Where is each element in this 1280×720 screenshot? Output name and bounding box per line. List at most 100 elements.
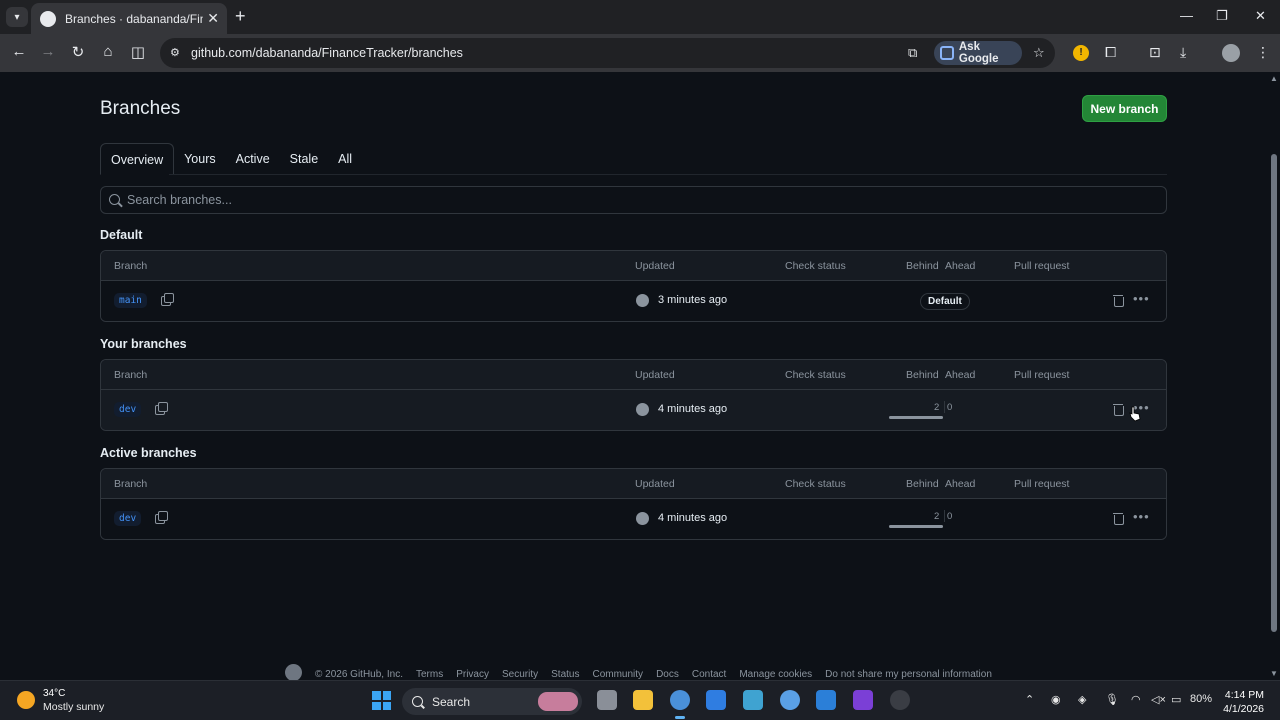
volume-muted-icon[interactable]: ◁× <box>1151 693 1166 706</box>
system-clock[interactable]: 4:14 PM 4/1/2026 <box>1223 688 1264 716</box>
branch-name-link[interactable]: dev <box>114 511 142 526</box>
minimize-window-icon[interactable]: — <box>1180 8 1193 23</box>
microphone-icon[interactable]: 🎙 <box>1105 693 1119 706</box>
branch-name-link[interactable]: dev <box>114 402 142 417</box>
battery-icon[interactable]: ▭ <box>1171 693 1181 706</box>
weather-temperature[interactable]: 34°C <box>43 688 65 699</box>
extensions-puzzle-icon[interactable]: ⧠ <box>1105 44 1116 61</box>
screenshot-icon[interactable]: ⊡ <box>1149 44 1161 61</box>
notepad-icon[interactable] <box>743 690 763 710</box>
show-hidden-icons-chevron-icon[interactable]: ⌃ <box>1025 693 1034 706</box>
footer-link[interactable]: Status <box>551 669 579 680</box>
page-scrollbar[interactable]: ▲ ▼ <box>1268 72 1280 680</box>
back-arrow-icon[interactable]: ← <box>9 43 29 60</box>
behind-count: 2 <box>934 511 940 522</box>
downloads-icon[interactable]: ⤓ <box>1180 44 1186 61</box>
tray-app-icon[interactable]: ◉ <box>1051 693 1061 706</box>
delete-branch-trash-icon[interactable] <box>1113 512 1124 525</box>
col-ahead: Ahead <box>945 260 976 272</box>
browser-tab[interactable]: Branches · dabananda/FinanceTracker ✕ <box>31 3 227 34</box>
forward-arrow-icon[interactable]: → <box>38 43 58 60</box>
url-text[interactable]: github.com/dabananda/FinanceTracker/bran… <box>191 46 463 60</box>
chrome-icon[interactable] <box>670 690 690 719</box>
new-tab-plus-icon[interactable]: + <box>235 6 246 27</box>
col-updated: Updated <box>635 369 675 381</box>
ahead-count: 0 <box>947 402 953 413</box>
ahead-behind-bar <box>889 416 943 419</box>
scrollbar-thumb[interactable] <box>1271 154 1277 632</box>
task-view-icon[interactable] <box>597 690 617 710</box>
close-window-icon[interactable]: ✕ <box>1255 8 1266 24</box>
tab-all[interactable]: All <box>328 143 362 175</box>
bookmark-star-icon[interactable]: ☆ <box>1033 45 1045 61</box>
col-check-status: Check status <box>785 260 846 272</box>
chrome-profile-icon[interactable] <box>780 690 800 710</box>
tab-stale[interactable]: Stale <box>280 143 329 175</box>
avatar[interactable] <box>636 403 649 416</box>
vscode-icon[interactable] <box>816 690 836 710</box>
footer-link[interactable]: Manage cookies <box>739 669 812 680</box>
tab-active[interactable]: Active <box>226 143 280 175</box>
footer-link[interactable]: Security <box>502 669 538 680</box>
home-icon[interactable]: ⌂ <box>98 43 118 60</box>
tabs-divider <box>169 174 1167 175</box>
delete-branch-trash-icon[interactable] <box>1113 294 1124 307</box>
restore-window-icon[interactable]: ❐ <box>1216 8 1228 24</box>
side-panel-icon[interactable]: ◫ <box>128 43 148 61</box>
search-branches-box[interactable] <box>100 186 1167 214</box>
battery-percent[interactable]: 80% <box>1190 693 1212 705</box>
browser-menu-icon[interactable]: ⋮ <box>1256 44 1270 61</box>
branch-name-link[interactable]: main <box>114 293 147 308</box>
file-explorer-icon[interactable] <box>633 690 653 710</box>
site-info-icon[interactable]: ⚙ <box>170 46 184 60</box>
tab-yours[interactable]: Yours <box>174 143 226 175</box>
wifi-icon[interactable]: ◠ <box>1131 693 1141 706</box>
taskbar-search[interactable]: Search <box>402 688 582 715</box>
footer-link[interactable]: Community <box>592 669 643 680</box>
copy-icon[interactable] <box>155 511 168 524</box>
address-bar[interactable]: ⚙ github.com/dabananda/FinanceTracker/br… <box>160 38 1055 68</box>
footer-link[interactable]: Docs <box>656 669 679 680</box>
copy-icon[interactable] <box>155 402 168 415</box>
avatar[interactable] <box>636 294 649 307</box>
more-options-icon[interactable]: ••• <box>1133 291 1150 306</box>
github-logo-icon[interactable] <box>285 664 302 680</box>
copy-icon[interactable] <box>161 293 174 306</box>
more-options-icon[interactable]: ••• <box>1133 509 1150 524</box>
todo-icon[interactable] <box>706 690 726 710</box>
updated-time: 4 minutes ago <box>658 512 728 524</box>
profile-avatar[interactable] <box>1222 44 1240 62</box>
tab-search-button[interactable]: ▾ <box>6 7 28 27</box>
branch-table-active: Branch Updated Check status Behind Ahead… <box>100 468 1167 540</box>
footer-link[interactable]: Contact <box>692 669 726 680</box>
footer-link[interactable]: Terms <box>416 669 443 680</box>
extension-shield-icon[interactable]: ! <box>1073 45 1089 61</box>
scroll-down-arrow-icon[interactable]: ▼ <box>1270 669 1278 678</box>
search-highlight-art <box>538 692 578 711</box>
github-desktop-icon[interactable] <box>890 690 910 710</box>
ask-google-button[interactable]: Ask Google <box>934 41 1022 65</box>
avatar[interactable] <box>636 512 649 525</box>
windows-taskbar: 34°C Mostly sunny Search ⌃ ◉ ◈ 🎙 ◠ ◁× ▭ … <box>0 680 1280 720</box>
weather-description[interactable]: Mostly sunny <box>43 701 104 713</box>
updated-time: 4 minutes ago <box>658 403 728 415</box>
table-row: dev 4 minutes ago 2 0 ••• <box>101 390 1166 430</box>
footer-link[interactable]: Do not share my personal information <box>825 669 992 680</box>
search-branches-input[interactable] <box>127 191 1157 209</box>
close-tab-icon[interactable]: ✕ <box>207 11 219 25</box>
defender-icon[interactable]: ◈ <box>1078 693 1086 706</box>
install-app-icon[interactable]: ⧉ <box>908 45 917 61</box>
table-row: dev 4 minutes ago 2 0 ••• <box>101 499 1166 539</box>
scroll-up-arrow-icon[interactable]: ▲ <box>1270 74 1278 83</box>
weather-sun-icon[interactable] <box>17 691 35 709</box>
tab-overview[interactable]: Overview <box>100 143 175 175</box>
lens-icon <box>940 46 954 60</box>
delete-branch-trash-icon[interactable] <box>1113 403 1124 416</box>
col-behind: Behind <box>906 478 939 490</box>
reload-icon[interactable]: ↻ <box>68 43 88 61</box>
taskbar-search-label: Search <box>432 694 471 709</box>
footer-link[interactable]: Privacy <box>456 669 489 680</box>
visual-studio-icon[interactable] <box>853 690 873 710</box>
new-branch-button[interactable]: New branch <box>1082 95 1167 122</box>
windows-start-icon[interactable] <box>372 691 391 710</box>
